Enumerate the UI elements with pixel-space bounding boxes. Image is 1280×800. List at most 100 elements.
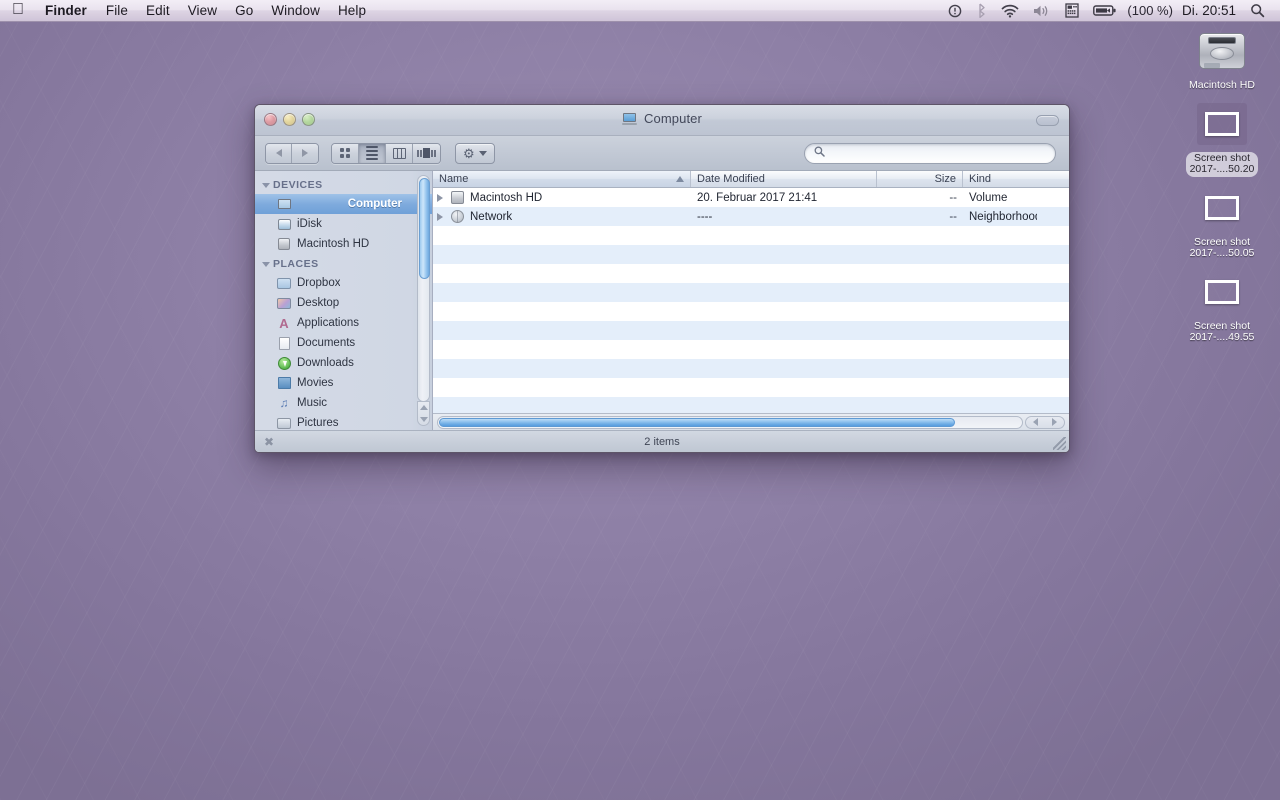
sidebar-item-label: Computer [348,198,402,210]
forward-button[interactable] [292,144,318,163]
icon-view-button[interactable] [332,144,359,163]
window-body: DEVICES Computer iDisk Macintosh HD PLAC… [255,171,1069,430]
search-field[interactable] [804,143,1056,164]
scrollbar-arrows [417,401,430,426]
column-header-date-modified[interactable]: Date Modified [691,171,877,187]
close-x-icon[interactable]: ✖ [264,436,274,448]
computer-icon [622,113,637,125]
cell-date-modified: ---- [691,207,877,226]
scrollbar-track[interactable] [437,416,1023,429]
sidebar-item-documents[interactable]: Documents [255,333,432,353]
action-menu-button[interactable]: ⚙ [455,143,495,164]
column-header-name[interactable]: Name [433,171,691,187]
table-row[interactable]: Network ---- -- Neighborhood [433,207,1069,226]
apple-logo-icon[interactable]:  [0,0,35,21]
wifi-icon[interactable] [994,0,1026,22]
menu-item-window[interactable]: Window [262,0,329,22]
navigation-buttons [265,143,319,164]
network-icon [450,209,465,224]
sidebar-item-label: Documents [297,337,355,349]
menu-bar-status-area: (100 %) Di. 20:51 [941,0,1280,22]
desktop-icon-macintosh-hd[interactable]: Macintosh HD [1170,26,1274,93]
desktop-icon-screenshot-2[interactable]: Screen shot 2017-....50.05 [1170,183,1274,261]
desktop-icon-screenshot-1[interactable]: Screen shot 2017-....50.20 [1170,99,1274,177]
desktop-icon-screenshot-3[interactable]: Screen shot 2017-....49.55 [1170,267,1274,345]
bluetooth-icon[interactable] [969,0,994,22]
spotlight-search-icon[interactable] [1243,0,1272,22]
menu-bar:  Finder File Edit View Go Window Help [0,0,1280,22]
sidebar-item-label: Movies [297,377,333,389]
movies-icon [277,376,291,390]
minimize-button[interactable] [283,113,296,126]
menu-bar-left:  Finder File Edit View Go Window Help [0,0,375,22]
scroll-left-icon[interactable] [1033,418,1038,426]
sidebar-item-label: iDisk [297,218,322,230]
cell-size: -- [877,188,963,207]
disclosure-triangle-icon[interactable] [262,183,270,188]
disclosure-triangle-icon[interactable] [437,213,443,221]
desktop[interactable]:  Finder File Edit View Go Window Help [0,0,1280,800]
clock[interactable]: Di. 20:51 [1175,3,1243,18]
menu-item-edit[interactable]: Edit [137,0,179,22]
empty-row [433,340,1069,359]
sidebar-item-computer[interactable]: Computer [255,194,432,214]
exclamation-circle-icon[interactable] [941,0,969,22]
sidebar-item-music[interactable]: ♫ Music [255,393,432,413]
scrollbar-thumb[interactable] [439,418,955,427]
window-titlebar[interactable]: Computer [255,105,1069,136]
column-header-kind[interactable]: Kind [963,171,1037,187]
desktop-icon-label: Screen shot 2017-....49.55 [1186,320,1259,345]
sidebar-item-applications[interactable]: A Applications [255,313,432,333]
desktop-folder-icon [277,296,291,310]
table-row[interactable]: Macintosh HD 20. Februar 2017 21:41 -- V… [433,188,1069,207]
zoom-button[interactable] [302,113,315,126]
back-button[interactable] [266,144,292,163]
scroll-right-icon[interactable] [1052,418,1057,426]
coverflow-view-button[interactable] [413,144,440,163]
finder-window[interactable]: Computer [254,104,1070,453]
sidebar-item-dropbox[interactable]: Dropbox [255,273,432,293]
menu-item-go[interactable]: Go [226,0,262,22]
sidebar-item-desktop[interactable]: Desktop [255,293,432,313]
empty-row [433,226,1069,245]
list-view-button[interactable] [359,144,386,163]
sidebar-item-idisk[interactable]: iDisk [255,214,432,234]
list-icon [366,146,378,160]
sidebar-item-label: Music [297,397,327,409]
sidebar-item-downloads[interactable]: Downloads [255,353,432,373]
menu-item-view[interactable]: View [179,0,226,22]
desktop-icon-label: Screen shot 2017-....50.20 [1186,152,1259,177]
column-view-button[interactable] [386,144,413,163]
horizontal-scrollbar[interactable] [433,413,1069,430]
menu-item-file[interactable]: File [97,0,137,22]
disclosure-triangle-icon[interactable] [437,194,443,202]
toggle-toolbar-button[interactable] [1036,115,1059,126]
scrollbar-track[interactable] [417,175,430,402]
battery-icon[interactable] [1086,0,1124,22]
keyboard-input-menu-icon[interactable] [1058,0,1086,22]
sidebar-item-movies[interactable]: Movies [255,373,432,393]
resize-grip[interactable] [1053,437,1066,450]
empty-row [433,283,1069,302]
sidebar-section-label: DEVICES [273,179,323,191]
close-button[interactable] [264,113,277,126]
sidebar-section-devices-header[interactable]: DEVICES [255,175,432,194]
sidebar-item-pictures[interactable]: Pictures [255,413,432,430]
empty-row [433,302,1069,321]
empty-row [433,245,1069,264]
search-input[interactable] [830,147,1046,159]
menu-item-help[interactable]: Help [329,0,375,22]
view-mode-buttons [331,143,441,164]
column-header-size[interactable]: Size [877,171,963,187]
sidebar-section-places-header[interactable]: PLACES [255,254,432,273]
volume-icon[interactable] [1026,0,1058,22]
sidebar-scrollbar[interactable] [417,175,430,426]
scroll-up-icon[interactable] [420,405,428,410]
menu-item-finder[interactable]: Finder [35,0,97,22]
scroll-down-icon[interactable] [420,417,428,422]
disclosure-triangle-icon[interactable] [262,262,270,267]
scrollbar-thumb[interactable] [419,178,430,279]
sidebar-item-macintosh-hd[interactable]: Macintosh HD [255,234,432,254]
column-label: Kind [969,173,991,185]
page-title: Computer [644,111,702,126]
